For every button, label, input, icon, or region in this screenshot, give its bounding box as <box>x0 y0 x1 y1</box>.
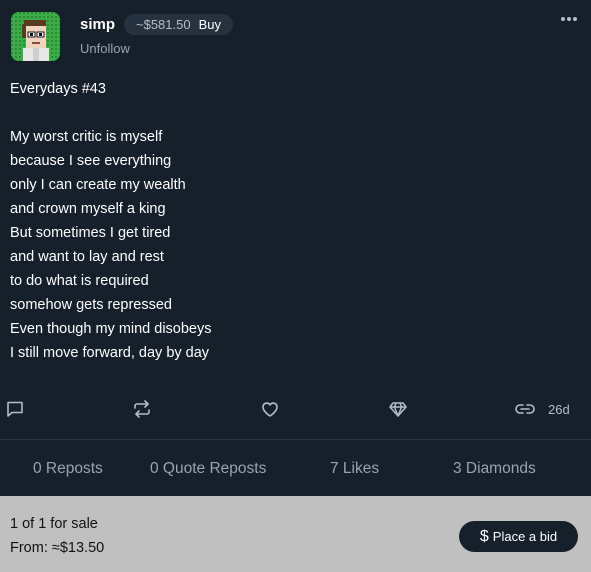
post-body: Everydays #43 My worst critic is myself … <box>10 77 570 365</box>
coin-price: ~$581.50 <box>136 17 191 32</box>
post-line: only I can create my wealth <box>10 177 186 193</box>
post-card: simp ~$581.50 Buy Unfollow Everydays #43… <box>0 0 591 572</box>
post-title: Everydays #43 <box>10 81 106 97</box>
post-stats: 0 Reposts 0 Quote Reposts 7 Likes 3 Diam… <box>0 440 591 496</box>
sale-count: 1 of 1 for sale <box>10 516 98 532</box>
post-line: because I see everything <box>10 153 172 169</box>
repost-icon[interactable] <box>131 398 153 420</box>
nft-sale-panel: 1 of 1 for sale From: ≈$13.50 $ Place a … <box>0 496 591 572</box>
post-line: somehow gets repressed <box>10 297 172 313</box>
post-age: 26d <box>548 402 570 417</box>
dollar-icon: $ <box>479 527 489 545</box>
avatar-image <box>11 12 60 61</box>
username[interactable]: simp <box>80 16 115 33</box>
creator-coin-price-pill[interactable]: ~$581.50 Buy <box>124 14 233 35</box>
diamond-icon[interactable] <box>387 398 409 420</box>
post-line: I still move forward, day by day <box>10 345 210 361</box>
post-header: simp ~$581.50 Buy Unfollow <box>0 0 591 70</box>
place-bid-label: Place a bid <box>492 529 558 544</box>
post-line: My worst critic is myself <box>10 129 163 145</box>
post-line: But sometimes I get tired <box>10 225 171 241</box>
quote-reposts-count[interactable]: 0 Quote Reposts <box>150 460 266 478</box>
likes-count[interactable]: 7 Likes <box>330 460 379 478</box>
more-options-icon[interactable] <box>561 16 577 22</box>
post-actions: 26d <box>0 396 591 424</box>
post-line: Even though my mind disobeys <box>10 321 212 337</box>
sale-min-price: From: ≈$13.50 <box>10 540 105 556</box>
link-icon[interactable] <box>514 398 536 420</box>
comment-icon[interactable] <box>4 398 26 420</box>
place-bid-button[interactable]: $ Place a bid <box>459 521 578 552</box>
buy-button[interactable]: Buy <box>199 17 221 32</box>
heart-icon[interactable] <box>259 398 281 420</box>
post-line: and want to lay and rest <box>10 249 164 265</box>
diamonds-count[interactable]: 3 Diamonds <box>453 460 536 478</box>
unfollow-button[interactable]: Unfollow <box>80 41 130 56</box>
reposts-count[interactable]: 0 Reposts <box>33 460 103 478</box>
post-line: and crown myself a king <box>10 201 166 217</box>
post-line: to do what is required <box>10 273 149 289</box>
avatar[interactable] <box>11 12 60 61</box>
